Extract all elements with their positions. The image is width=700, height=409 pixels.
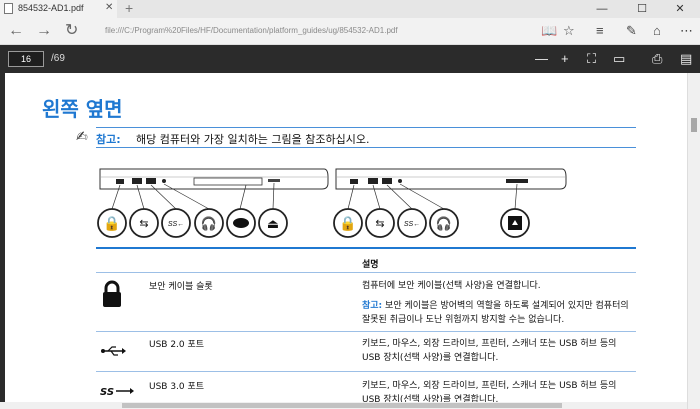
svg-text:⏏: ⏏ [267, 216, 279, 231]
tab-title: 854532-AD1.pdf [18, 3, 84, 13]
refresh-icon[interactable]: ↻ [65, 22, 78, 40]
new-tab-button[interactable]: + [125, 0, 133, 16]
page-total: /69 [51, 53, 65, 64]
svg-text:⇆: ⇆ [375, 218, 384, 230]
tab-close-button[interactable]: ✕ [105, 2, 113, 13]
table-row-divider [96, 272, 636, 273]
zoom-in-icon[interactable]: + [561, 51, 569, 67]
vertical-scrollbar[interactable] [687, 73, 700, 409]
reading-view-icon[interactable]: 📖 [541, 23, 557, 39]
table-row-divider [96, 371, 636, 372]
note-divider [96, 127, 636, 128]
save-icon[interactable]: ▤ [680, 51, 692, 67]
window-close-button[interactable]: ✕ [660, 0, 700, 18]
cell-description: 컴퓨터에 보안 케이블(선택 사양)을 연결합니다. [362, 281, 541, 291]
table-top-rule [96, 247, 636, 249]
horizontal-scroll-thumb[interactable] [122, 403, 562, 408]
web-note-icon[interactable]: ✎ [626, 23, 637, 39]
cell-note-text: 보안 케이블은 방어벽의 역할을 하도록 설계되어 있지만 컴퓨터의 잘못된 취… [362, 301, 629, 325]
usb-icon [101, 346, 126, 356]
address-bar-row: ← → ↻ file:///C:/Program%20Files/HF/Docu… [0, 18, 700, 45]
hub-icon[interactable]: ≡ [596, 23, 604, 39]
svg-text:SS←: SS← [168, 221, 184, 228]
page-heading: 왼쪽 옆면 [42, 97, 123, 121]
left-side-illustration: 🔒 ⇆ SS← 🎧 ⏏ 🔒 ⇆ SS← 🎧 [97, 168, 567, 238]
cell-name: 보안 케이블 슬롯 [149, 282, 213, 292]
cell-name: USB 3.0 포트 [149, 382, 205, 392]
note-label: 참고: [96, 133, 121, 146]
svg-text:🎧: 🎧 [436, 216, 452, 231]
print-icon[interactable]: ⎙ [652, 51, 662, 67]
pdf-file-icon [4, 3, 13, 14]
vertical-scroll-thumb[interactable] [691, 118, 697, 132]
browser-tab[interactable]: 854532-AD1.pdf ✕ [0, 0, 117, 18]
lock-icon [103, 280, 121, 307]
minimize-button[interactable]: — [582, 0, 622, 18]
page-edge [0, 73, 5, 402]
svg-text:🎧: 🎧 [201, 216, 217, 231]
zoom-out-icon[interactable]: — [535, 51, 548, 67]
maximize-button[interactable]: ☐ [622, 0, 662, 18]
cell-note: 참고: 보안 케이블은 방어벽의 역할을 하도록 설계되어 있지만 컴퓨터의 잘… [362, 299, 634, 327]
svg-text:SS←: SS← [404, 221, 420, 228]
svg-text:🔒: 🔒 [103, 215, 120, 232]
more-icon[interactable]: ⋯ [680, 23, 693, 39]
layout-icon[interactable]: ▭ [613, 51, 625, 67]
share-icon[interactable]: ⌂ [653, 23, 661, 39]
svg-text:⇆: ⇆ [139, 218, 148, 230]
cell-name: USB 2.0 포트 [149, 340, 205, 350]
favorite-star-icon[interactable]: ☆ [563, 23, 575, 39]
page-number-input[interactable]: 16 [8, 51, 44, 67]
tab-bar: 854532-AD1.pdf ✕ + — ☐ ✕ [0, 0, 700, 18]
forward-arrow-icon[interactable]: → [36, 22, 52, 40]
note-text: 해당 컴퓨터와 가장 일치하는 그림을 참조하십시오. [136, 133, 370, 146]
pdf-page: 왼쪽 옆면 ✍ 참고: 해당 컴퓨터와 가장 일치하는 그림을 참조하십시오. … [0, 73, 687, 402]
cell-note-label: 참고: [362, 301, 383, 311]
pdf-toolbar: 16 /69 — + ⛶ ▭ ⎙ ▤ [0, 45, 700, 73]
fit-page-icon[interactable]: ⛶ [587, 51, 596, 67]
note-pencil-icon: ✍ [76, 128, 88, 144]
address-input[interactable]: file:///C:/Program%20Files/HF/Documentat… [105, 26, 398, 35]
svg-text:🔒: 🔒 [339, 215, 356, 232]
back-arrow-icon[interactable]: ← [8, 22, 24, 40]
note-divider [96, 147, 636, 148]
svg-text:SS: SS [100, 387, 114, 397]
table-row-divider [96, 331, 636, 332]
table-header-description: 설명 [362, 260, 379, 270]
cell-description: 키보드, 마우스, 외장 드라이브, 프린터, 스캐너 또는 USB 허브 등의… [362, 381, 617, 402]
usb-superspeed-icon: SS [100, 387, 134, 397]
cell-description: 키보드, 마우스, 외장 드라이브, 프린터, 스캐너 또는 USB 허브 등의… [362, 339, 617, 363]
horizontal-scrollbar[interactable] [0, 402, 687, 409]
